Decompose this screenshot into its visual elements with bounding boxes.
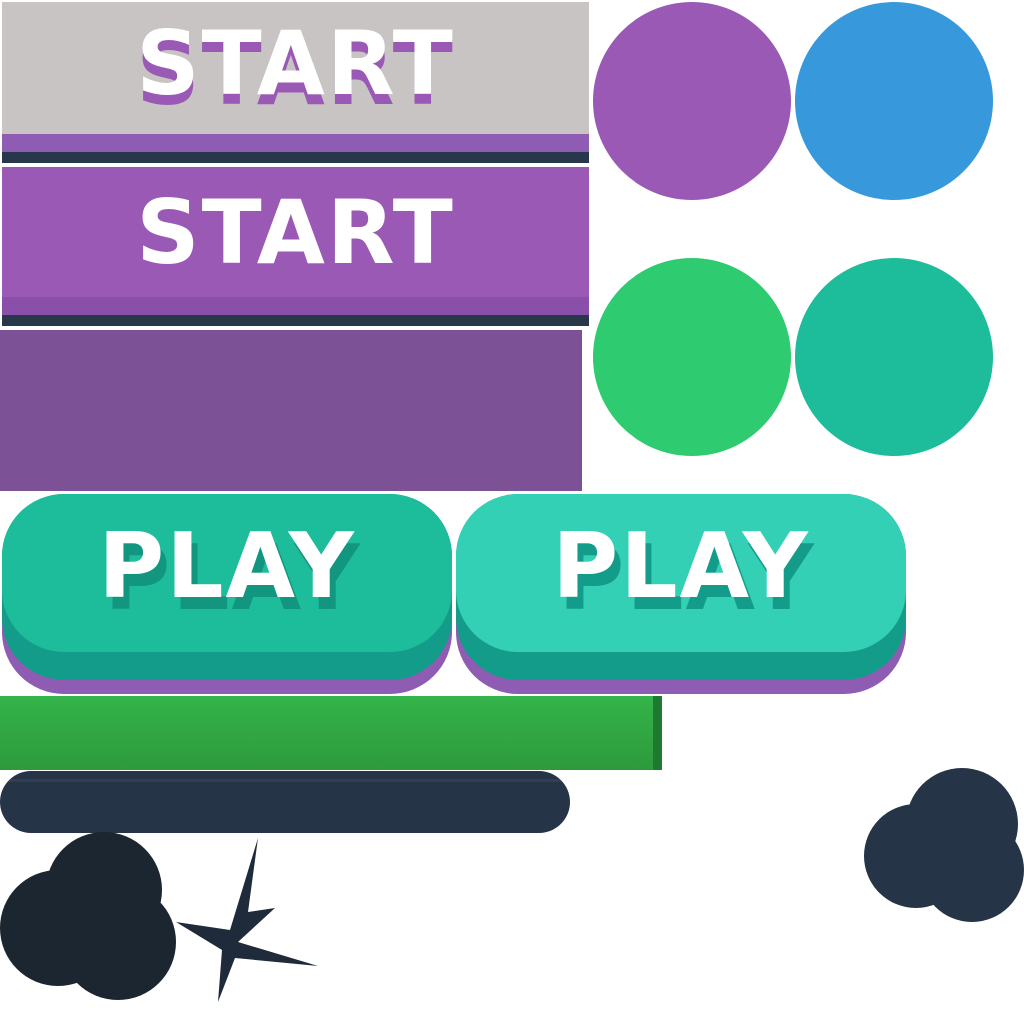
progress-bar-edge — [653, 696, 662, 770]
play-button[interactable]: PLAY PLAY — [2, 494, 452, 694]
play-button-label: PLAY — [98, 514, 356, 619]
decorations-left — [0, 832, 318, 1002]
smoke-cloud-icon — [864, 768, 1024, 922]
start-button-lip — [2, 134, 589, 152]
start-button-base — [2, 152, 589, 163]
progress-bar-fill — [0, 696, 662, 770]
start-button-pressed[interactable]: START START — [2, 2, 589, 163]
start-button-label: START — [136, 12, 455, 115]
start-button[interactable]: START — [2, 167, 589, 328]
decorations-right — [864, 768, 1024, 922]
purple-panel — [0, 330, 582, 491]
start-button-lip — [2, 297, 589, 315]
play-button-hover[interactable]: PLAY PLAY — [456, 494, 906, 694]
progress-bar — [0, 696, 662, 770]
green-circle-swatch — [593, 258, 791, 456]
start-button-label: START — [136, 181, 455, 284]
purple-circle-swatch — [593, 2, 791, 200]
play-button-label: PLAY — [552, 514, 810, 619]
smoke-cloud-icon — [0, 832, 176, 1000]
dark-track-bar — [0, 771, 570, 833]
spark-burst-icon — [176, 838, 318, 1002]
blue-circle-swatch — [795, 2, 993, 200]
teal-circle-swatch — [795, 258, 993, 456]
track-highlight — [8, 779, 562, 782]
start-button-base — [2, 315, 589, 326]
